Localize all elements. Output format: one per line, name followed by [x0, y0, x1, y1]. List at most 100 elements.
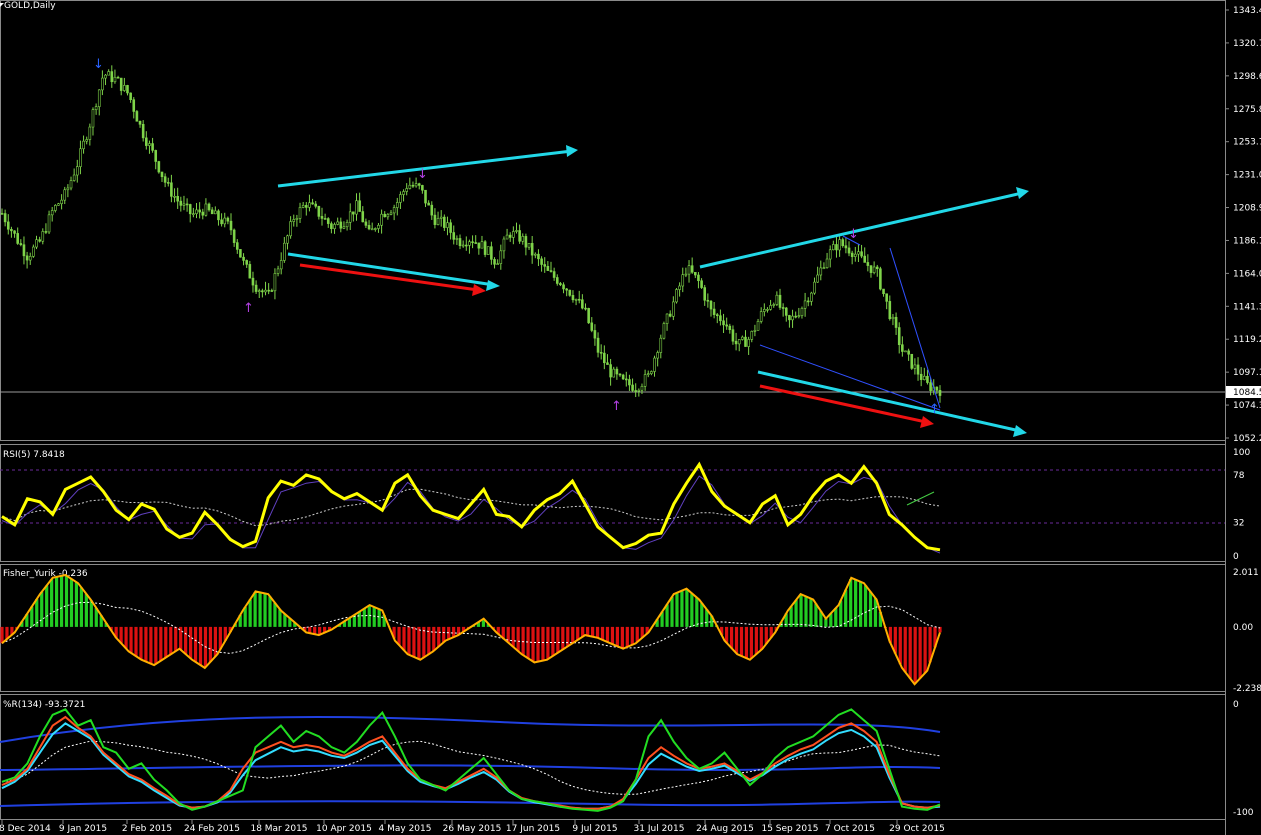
candle-body	[166, 182, 170, 184]
candle-body	[803, 300, 807, 309]
price-tick-label: 1343.4	[1233, 6, 1261, 16]
candle-body	[443, 216, 446, 228]
fisher-bar	[149, 626, 153, 664]
fisher-bar	[50, 579, 54, 627]
candle-body	[515, 230, 518, 232]
wedge-line-2[interactable]	[889, 247, 941, 409]
candle-body	[631, 384, 634, 391]
candle-body	[474, 242, 478, 244]
candle-body	[402, 191, 405, 195]
rsi-tick-label: 78	[1233, 471, 1245, 481]
candle-body	[722, 320, 725, 326]
candle-body	[295, 218, 299, 220]
candle-body	[747, 339, 750, 347]
chart-symbol-title[interactable]: GOLD,Daily	[4, 1, 56, 11]
candle-body	[464, 244, 468, 247]
fisher-bar	[89, 600, 93, 627]
candle-body	[63, 189, 67, 201]
trendline-lower-2[interactable]	[757, 370, 1021, 433]
candle-body	[794, 315, 797, 318]
fisher-bar	[630, 626, 634, 645]
candle-body	[850, 252, 854, 257]
candle-body	[913, 364, 917, 369]
candle-body	[653, 357, 656, 372]
fisher-bar	[367, 605, 371, 627]
candle-body	[364, 221, 368, 226]
candle-body	[348, 211, 352, 223]
fisher-bar	[844, 589, 848, 627]
fisher-bar	[511, 626, 515, 647]
time-tick-label: 24 Feb 2015	[184, 824, 240, 834]
williams-tick-label: -100	[1233, 808, 1254, 818]
candle-body	[763, 309, 766, 312]
rsi-line	[1, 461, 941, 552]
candle-body	[173, 196, 176, 198]
candle-body	[505, 234, 509, 240]
candle-body	[449, 222, 452, 233]
fisher-bar	[834, 608, 838, 627]
williams-title: %R(134) -93.3721	[3, 700, 85, 710]
candle-body	[392, 207, 396, 214]
trendline-lower-1[interactable]	[287, 252, 495, 287]
candle-body	[141, 123, 145, 139]
candle-body	[766, 309, 769, 311]
fractal-up-arrow-icon: ↑	[243, 301, 254, 316]
candle-body	[709, 300, 713, 310]
candle-body	[380, 213, 383, 226]
candle-body	[342, 226, 346, 229]
candle-body	[577, 298, 581, 301]
fisher-bar	[362, 608, 366, 627]
candle-body	[226, 217, 230, 222]
fisher-bar	[69, 578, 74, 627]
fisher-bar	[675, 592, 679, 627]
candle-body	[919, 373, 923, 380]
candle-body	[323, 218, 327, 220]
fisher-bar	[139, 626, 143, 660]
candle-body	[123, 85, 126, 91]
candle-body	[559, 283, 562, 286]
candle-body	[110, 71, 114, 83]
candle-body	[38, 239, 41, 242]
candle-body	[198, 209, 201, 213]
fisher-tick-label: 0.00	[1233, 623, 1253, 633]
candle-body	[552, 271, 556, 278]
candle-body	[333, 224, 336, 230]
candle-body	[555, 277, 559, 284]
candle-body	[822, 267, 826, 269]
fisher-tick-label: -2.238	[1233, 684, 1261, 694]
fisher-bar	[442, 626, 446, 643]
time-tick-label: 18 Dec 2014	[0, 824, 51, 834]
candle-body	[414, 183, 418, 187]
candle-body	[897, 327, 901, 346]
fisher-bar	[804, 596, 808, 627]
candle-body	[894, 316, 898, 328]
candle-body	[145, 137, 148, 146]
candle-body	[405, 188, 408, 192]
candle-body	[543, 264, 547, 267]
candle-body	[160, 171, 164, 177]
fisher-bar	[397, 626, 401, 645]
candle-body	[681, 274, 685, 287]
fisher-bar	[536, 626, 540, 662]
time-tick-label: 18 Mar 2015	[250, 824, 307, 834]
price-tick-label: 1208.9	[1233, 204, 1261, 214]
candle-body	[427, 202, 430, 206]
candle-body	[659, 337, 663, 353]
fisher-bar	[268, 596, 272, 627]
fisher-bar	[159, 626, 163, 661]
candle-body	[715, 314, 719, 317]
candle-body	[395, 202, 399, 208]
candle-body	[242, 256, 245, 261]
fisher-bar	[144, 626, 148, 662]
candle-body	[863, 255, 867, 263]
candle-body	[60, 199, 63, 205]
candle-body	[352, 211, 355, 215]
candle-body	[19, 243, 23, 246]
candle-body	[148, 143, 151, 146]
arrowhead-6	[920, 416, 934, 428]
candle-body	[869, 265, 873, 273]
fisher-title: Fisher_Yurik -0.236	[3, 569, 88, 579]
fisher-bar	[377, 609, 381, 627]
candle-body	[719, 315, 722, 322]
candle-body	[232, 229, 236, 243]
